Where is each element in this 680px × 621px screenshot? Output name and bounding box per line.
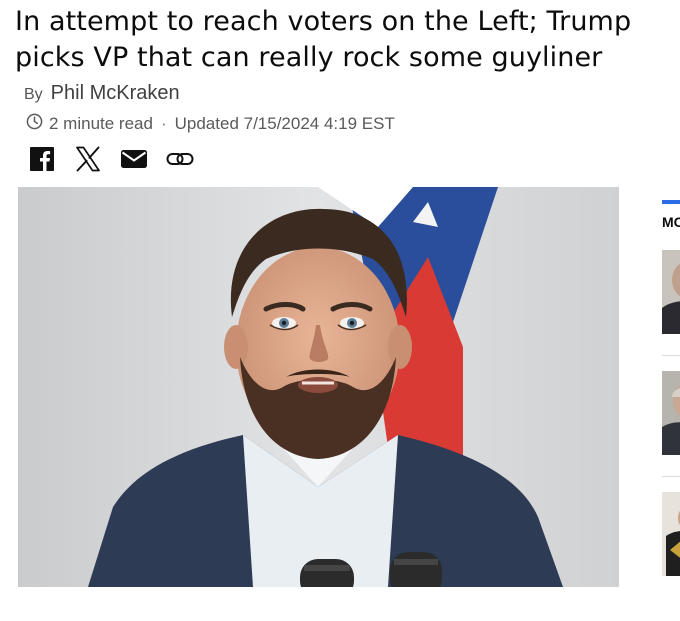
share-bar <box>28 145 194 173</box>
article-meta: 2 minute read · Updated 7/15/2024 4:19 E… <box>26 113 395 135</box>
read-time: 2 minute read <box>49 114 153 133</box>
rail-story-thumbnail[interactable] <box>662 250 680 334</box>
clock-icon <box>26 113 43 135</box>
author-link[interactable]: Phil McKraken <box>51 82 180 105</box>
byline-prefix: By <box>24 86 43 103</box>
more-stories-rail: MC <box>660 200 680 600</box>
share-link-button[interactable] <box>166 145 194 173</box>
rail-divider <box>662 476 680 477</box>
article-headline: In attempt to reach voters on the Left; … <box>15 6 632 73</box>
meta-separator: · <box>160 114 167 133</box>
share-x-button[interactable] <box>74 145 102 173</box>
share-facebook-button[interactable] <box>28 145 56 173</box>
byline: By Phil McKraken <box>24 82 180 105</box>
rail-title: MC <box>662 214 680 230</box>
facebook-icon <box>29 146 55 172</box>
updated-timestamp: Updated 7/15/2024 4:19 EST <box>174 114 395 133</box>
x-icon <box>75 146 101 172</box>
rail-story-thumbnail[interactable] <box>662 492 680 576</box>
link-icon <box>166 149 194 169</box>
rail-accent-bar <box>662 200 680 204</box>
share-email-button[interactable] <box>120 145 148 173</box>
article-page: In attempt to reach voters on the Left; … <box>0 0 680 621</box>
rail-story-thumbnail[interactable] <box>662 371 680 455</box>
rail-divider <box>662 355 680 356</box>
hero-image <box>18 187 619 587</box>
email-icon <box>120 148 148 170</box>
